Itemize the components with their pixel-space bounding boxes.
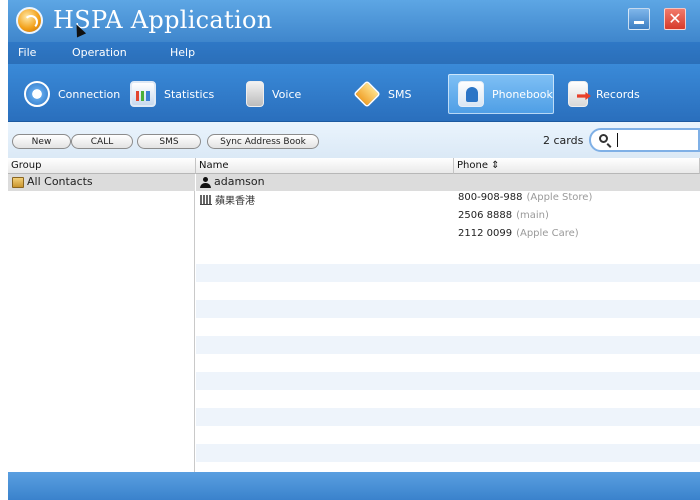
group-item-all-contacts[interactable]: All Contacts: [8, 174, 195, 191]
statistics-icon: [130, 81, 156, 107]
contact-row[interactable]: adamson: [196, 174, 700, 191]
tab-phonebook[interactable]: Phonebook: [448, 74, 554, 114]
status-bar: [8, 472, 700, 500]
menu-help[interactable]: Help: [170, 46, 195, 59]
new-button[interactable]: New: [12, 134, 71, 149]
menu-operation[interactable]: Operation: [72, 46, 127, 59]
app-logo-icon: [16, 7, 43, 34]
title-bar[interactable]: HSPA Application ✕: [8, 0, 700, 42]
close-button[interactable]: ✕: [664, 8, 686, 30]
search-icon: [599, 134, 608, 143]
tab-phonebook-label: Phonebook: [492, 87, 553, 101]
tab-sms-label: SMS: [388, 87, 412, 101]
phone-entry[interactable]: 800-908-988 (Apple Store): [458, 192, 592, 203]
sms-button[interactable]: SMS: [137, 134, 201, 149]
text-caret: [617, 133, 618, 147]
voice-icon: [246, 81, 264, 107]
building-icon: [200, 195, 212, 205]
phone-label: (main): [516, 210, 549, 221]
column-header-phone[interactable]: Phone ⇕: [454, 158, 700, 174]
tab-sms[interactable]: SMS: [344, 74, 421, 114]
main-toolbar: Connection Statistics Voice SMS Phoneboo…: [8, 64, 700, 122]
phone-entry[interactable]: 2506 8888 (main): [458, 210, 549, 221]
contact-list[interactable]: adamson 蘋果香港 800-908-988 (Apple Store) 25…: [196, 174, 700, 472]
tab-connection-label: Connection: [58, 87, 121, 101]
phone-number: 2112 0099: [458, 228, 513, 239]
menu-file[interactable]: File: [18, 46, 36, 59]
hspa-window: HSPA Application ✕ File Operation Help C…: [0, 0, 700, 500]
contact-name: adamson: [214, 175, 265, 188]
search-input[interactable]: [589, 128, 700, 152]
tab-statistics-label: Statistics: [164, 87, 215, 101]
window-title: HSPA Application: [53, 6, 273, 34]
column-header-name[interactable]: Name: [196, 158, 454, 174]
phonebook-grid: Group Name Phone ⇕ All Contacts adamson …: [8, 158, 700, 472]
action-bar: New CALL SMS Sync Address Book 2 cards: [8, 122, 700, 158]
tab-voice[interactable]: Voice: [236, 74, 311, 114]
tab-connection[interactable]: Connection: [14, 74, 130, 114]
connection-icon: [24, 81, 50, 107]
sms-icon: [353, 80, 381, 108]
card-count: 2 cards: [543, 134, 584, 147]
tab-records-label: Records: [596, 87, 640, 101]
phonebook-icon: [458, 81, 484, 107]
phone-label: (Apple Care): [516, 228, 579, 239]
call-button[interactable]: CALL: [71, 134, 133, 149]
tab-statistics[interactable]: Statistics: [120, 74, 224, 114]
column-header-group[interactable]: Group: [8, 158, 196, 174]
tab-records[interactable]: Records: [558, 74, 650, 114]
folder-icon: [12, 177, 24, 188]
phone-entry[interactable]: 2112 0099 (Apple Care): [458, 228, 579, 239]
tab-voice-label: Voice: [272, 87, 302, 101]
group-label: All Contacts: [27, 175, 93, 188]
records-icon: [568, 81, 588, 107]
contact-details[interactable]: 蘋果香港 800-908-988 (Apple Store) 2506 8888(…: [196, 191, 700, 247]
phone-label: (Apple Store): [526, 192, 593, 203]
phone-number: 800-908-988: [458, 192, 523, 203]
company-name: 蘋果香港: [215, 196, 255, 207]
sync-address-book-button[interactable]: Sync Address Book: [207, 134, 319, 149]
menu-bar: File Operation Help: [8, 42, 700, 64]
person-icon: [200, 177, 211, 188]
phone-number: 2506 8888: [458, 210, 513, 221]
group-list: All Contacts: [8, 174, 195, 472]
minimize-button[interactable]: [628, 8, 650, 30]
